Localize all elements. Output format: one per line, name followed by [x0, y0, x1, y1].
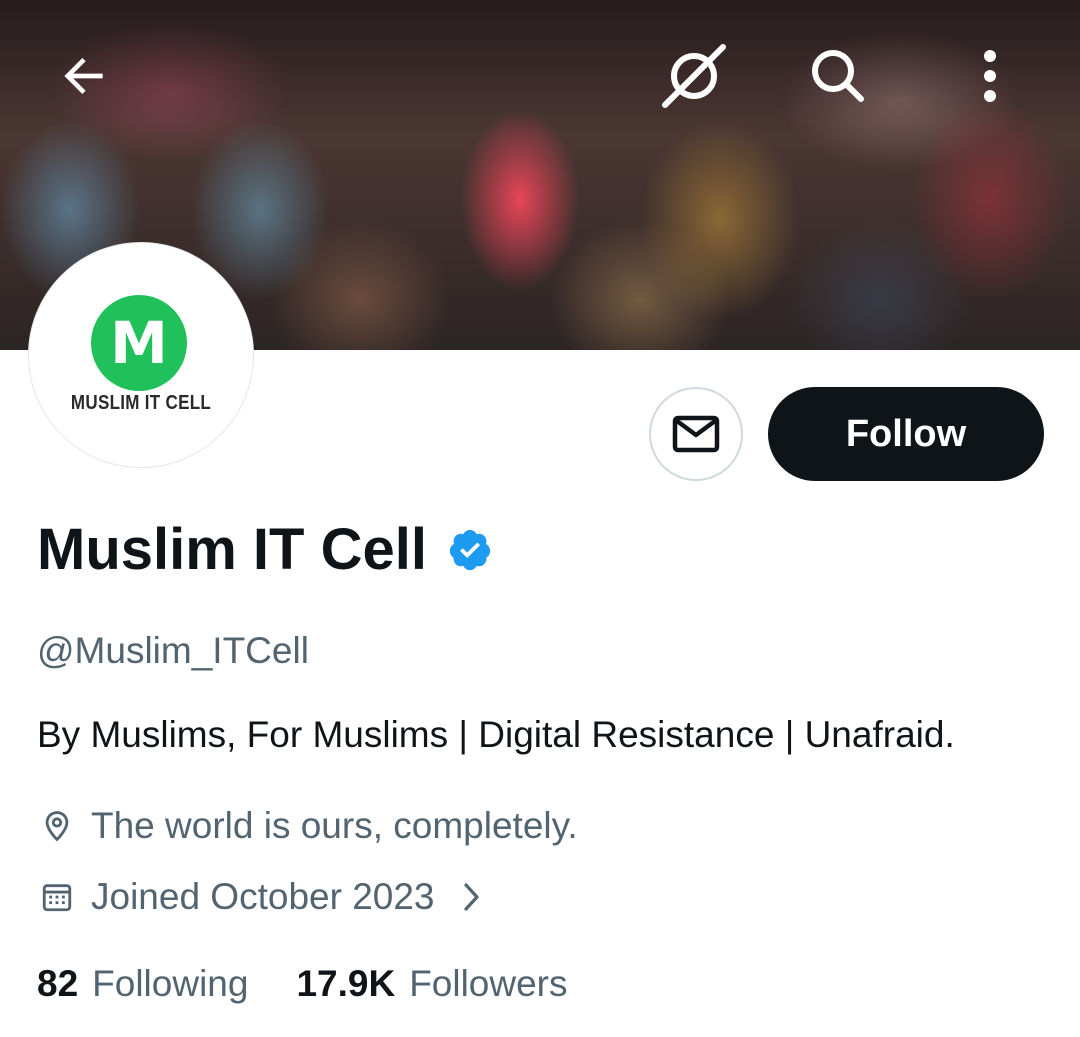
avatar-logo-caption: MUSLIM IT CELL [70, 391, 212, 414]
follow-stats: 82 Following 17.9K Followers [37, 961, 568, 1007]
follow-button[interactable]: Follow [768, 387, 1044, 481]
chevron-right-icon [461, 880, 483, 914]
followers-label: Followers [409, 963, 568, 1004]
back-button[interactable] [48, 40, 120, 112]
followers-count: 17.9K [296, 963, 396, 1004]
user-handle: @Muslim_ITCell [37, 630, 309, 671]
search-button[interactable] [802, 40, 874, 112]
profile-bio: By Muslims, For Muslims | Digital Resist… [37, 714, 955, 755]
search-icon [812, 50, 864, 102]
grok-button[interactable] [658, 40, 730, 112]
message-button[interactable] [649, 387, 743, 481]
verified-badge-icon [449, 529, 491, 570]
envelope-icon [672, 415, 720, 453]
location-pin-icon [37, 806, 77, 846]
location-row: The world is ours, completely. [37, 803, 578, 849]
joined-row[interactable]: Joined October 2023 [37, 874, 483, 920]
display-name: Muslim IT Cell [37, 517, 427, 582]
more-vertical-icon [984, 50, 996, 102]
location-text: The world is ours, completely. [91, 805, 578, 846]
grok-icon [662, 44, 726, 108]
following-count: 82 [37, 963, 79, 1004]
profile-avatar[interactable]: M MUSLIM IT CELL [28, 242, 254, 468]
following-stat[interactable]: 82 Following [37, 961, 248, 1007]
calendar-icon [37, 877, 77, 917]
verified-badge[interactable] [447, 527, 493, 578]
avatar-logo-letter: M [91, 295, 187, 391]
following-label: Following [92, 963, 249, 1004]
followers-stat[interactable]: 17.9K Followers [296, 961, 567, 1007]
arrow-left-icon [64, 58, 103, 94]
joined-text: Joined October 2023 [91, 876, 435, 917]
name-row: Muslim IT Cell [37, 515, 493, 585]
more-button[interactable] [954, 40, 1026, 112]
